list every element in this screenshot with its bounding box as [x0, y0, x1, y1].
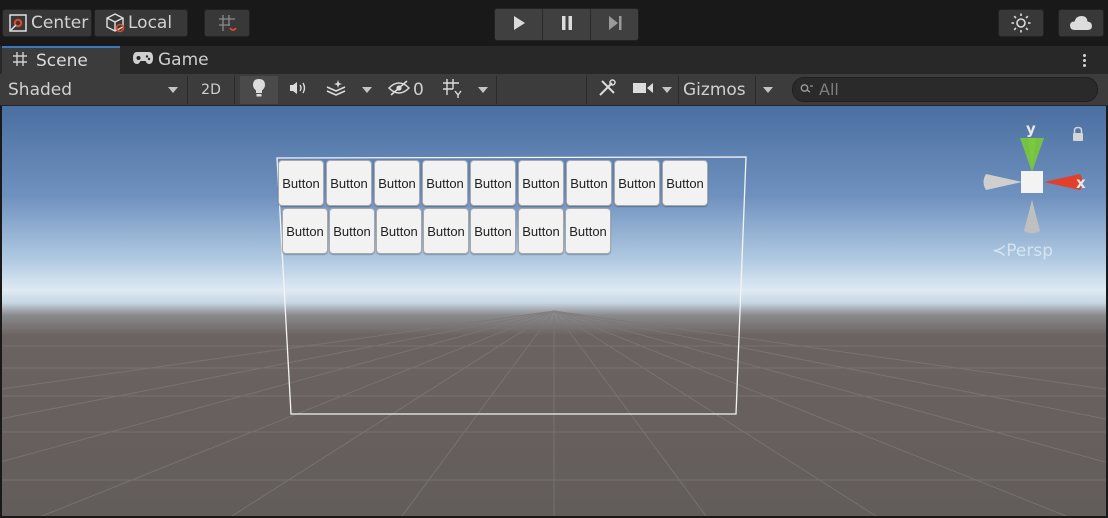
grid-snap-icon: [216, 12, 238, 34]
grid-dropdown[interactable]: [472, 76, 494, 104]
speaker-icon: [288, 80, 308, 101]
divider: [755, 76, 756, 104]
cube-icon: [104, 12, 126, 34]
camera-dropdown[interactable]: [628, 76, 676, 104]
ui-button[interactable]: Button: [282, 208, 328, 254]
scene-effects-toggle[interactable]: [318, 76, 354, 104]
dropdown-arrow-icon: [478, 87, 488, 93]
scene-audio-toggle[interactable]: [280, 76, 316, 104]
scene-orientation-gizmo[interactable]: y x ≺Persp: [978, 118, 1098, 278]
divider: [187, 76, 188, 104]
pivot-icon: [8, 13, 28, 33]
scene-toolbar: Shaded 2D 0 Gizmos All: [0, 74, 1108, 106]
divider: [234, 76, 235, 104]
scene-viewport[interactable]: Button Button Button Button Button Butto…: [2, 106, 1106, 516]
ui-button[interactable]: Button: [423, 208, 469, 254]
ui-button[interactable]: Button: [518, 160, 564, 206]
tab-scene-label: Scene: [36, 51, 88, 71]
dropdown-arrow-icon: [362, 87, 372, 93]
scene-effects-dropdown[interactable]: [356, 76, 378, 104]
hidden-count: 0: [413, 80, 424, 100]
play-icon: [511, 15, 527, 35]
ui-button[interactable]: Button: [470, 208, 516, 254]
2d-mode-button[interactable]: 2D: [190, 76, 232, 104]
dropdown-arrow-icon: [662, 87, 672, 93]
ui-button[interactable]: Button: [614, 160, 660, 206]
hidden-eye-icon: [387, 79, 411, 101]
tab-game[interactable]: Game: [122, 46, 242, 74]
pause-button[interactable]: [543, 9, 591, 40]
space-local-button[interactable]: Local: [94, 9, 188, 37]
pivot-center-button[interactable]: Center: [2, 9, 92, 37]
grid-icon: [441, 77, 463, 104]
playmode-controls: [494, 8, 639, 41]
scene-search-field[interactable]: All: [792, 77, 1098, 102]
gizmos-button[interactable]: Gizmos: [680, 76, 754, 104]
play-button[interactable]: [495, 9, 543, 40]
ui-button[interactable]: Button: [422, 160, 468, 206]
effects-icon: [325, 79, 347, 102]
main-toolbar: Center Local: [0, 0, 1108, 46]
sun-icon: [1010, 12, 1032, 34]
ui-button[interactable]: Button: [662, 160, 708, 206]
lighting-button[interactable]: [998, 9, 1044, 37]
search-placeholder: All: [819, 80, 839, 99]
dropdown-arrow-icon: [168, 87, 178, 93]
pivot-label: Center: [31, 13, 89, 33]
draw-mode-label: Shaded: [8, 80, 73, 100]
step-button[interactable]: [591, 9, 638, 40]
scene-lighting-toggle[interactable]: [240, 76, 278, 104]
ui-button[interactable]: Button: [470, 160, 516, 206]
tab-scene[interactable]: Scene: [2, 46, 120, 74]
scene-visibility-toggle[interactable]: 0: [382, 76, 432, 104]
ui-button[interactable]: Button: [374, 160, 420, 206]
lightbulb-icon: [251, 78, 267, 103]
tab-game-label: Game: [158, 50, 209, 70]
kebab-menu-icon: [1082, 53, 1086, 67]
step-icon: [607, 15, 623, 35]
grid-toggle[interactable]: [434, 76, 470, 104]
divider: [678, 76, 679, 104]
ui-button[interactable]: Button: [278, 160, 324, 206]
tab-bar: Scene Game: [0, 46, 1108, 74]
tools-icon: [597, 78, 617, 103]
hash-icon: [12, 51, 28, 72]
dropdown-arrow-icon: [763, 87, 773, 93]
divider: [586, 76, 587, 104]
ui-button[interactable]: Button: [565, 208, 611, 254]
cloud-button[interactable]: [1058, 9, 1104, 37]
camera-icon: [632, 80, 654, 100]
cloud-icon: [1069, 14, 1093, 32]
grid-snap-button[interactable]: [204, 9, 250, 37]
gizmo-x-label: x: [1076, 174, 1086, 192]
ui-button[interactable]: Button: [376, 208, 422, 254]
tools-button[interactable]: [590, 76, 624, 104]
ui-button[interactable]: Button: [566, 160, 612, 206]
search-icon: [800, 80, 814, 99]
gizmo-y-label: y: [1026, 120, 1036, 138]
draw-mode-dropdown[interactable]: Shaded: [0, 76, 186, 104]
ui-button[interactable]: Button: [326, 160, 372, 206]
divider: [496, 76, 497, 104]
gamepad-icon: [132, 50, 154, 70]
pause-icon: [559, 15, 575, 35]
ui-button[interactable]: Button: [518, 208, 564, 254]
ui-button[interactable]: Button: [329, 208, 375, 254]
space-label: Local: [128, 13, 173, 33]
2d-label: 2D: [201, 82, 221, 98]
tab-menu-button[interactable]: [1076, 50, 1092, 70]
gizmos-dropdown[interactable]: [757, 76, 779, 104]
gizmos-label: Gizmos: [683, 80, 746, 100]
view-mode-label[interactable]: ≺Persp: [992, 241, 1053, 261]
